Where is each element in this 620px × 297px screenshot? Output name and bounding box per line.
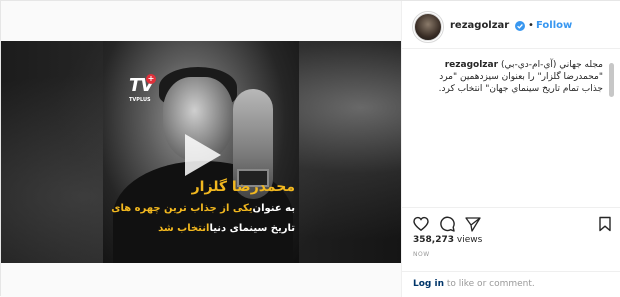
login-footer: Log in to like or comment. <box>402 271 620 297</box>
caption-scrollbar[interactable] <box>609 63 614 97</box>
overlay-line-2a: تاریخ سینمای دنیا <box>209 223 295 234</box>
login-text: to like or comment. <box>446 279 535 289</box>
overlay-line-1b: یکی از جذاب ترین چهره های <box>111 203 253 214</box>
action-bar <box>402 207 620 232</box>
caption-username[interactable]: rezagolzar <box>445 60 498 70</box>
username-link[interactable]: rezagolzar <box>450 20 509 31</box>
media-area: TV + TVPLUS محمدرضا گلزار به عنوان یکی ا… <box>1 1 401 297</box>
overlay-line-2b: انتخاب شد <box>158 223 210 234</box>
caption-line-2: "محمدرضا گلزار" را بعنوان سيزدهمين "مرد <box>439 72 603 82</box>
login-link[interactable]: Log in <box>413 279 444 289</box>
overlay-name: محمدرضا گلزار <box>191 179 295 195</box>
follow-button[interactable]: Follow <box>536 20 572 31</box>
caption-body: مجله جهاني (آي-ام-دي-بي) rezagolzar "محم… <box>413 59 603 95</box>
login-prompt: Log in to like or comment. <box>413 279 535 289</box>
share-icon[interactable] <box>465 216 481 232</box>
views-label: views <box>456 235 483 245</box>
play-icon[interactable] <box>177 132 223 178</box>
caption-line-3: جذاب تمام تاريخ سينماي جهان" انتخاب کرد. <box>438 84 603 94</box>
video-overlay-caption: محمدرضا گلزار به عنوان یکی از جذاب ترین … <box>105 179 295 236</box>
tvplus-logo: TV + TVPLUS <box>129 74 156 106</box>
post-header: rezagolzar • Follow <box>402 1 620 49</box>
post-sidebar: rezagolzar • Follow مجله جهاني (آي-ام-دي… <box>401 1 620 297</box>
caption-text-1: مجله جهاني (آي-ام-دي-بي) <box>500 60 603 70</box>
verified-badge-icon <box>515 21 525 31</box>
views-number: 358,273 <box>413 235 454 245</box>
overlay-line-1: به عنوان یکی از جذاب ترین چهره های <box>105 196 295 216</box>
overlay-line-1a: به عنوان <box>252 203 295 214</box>
separator-dot: • <box>528 20 534 31</box>
post-timestamp[interactable]: NOW <box>413 251 430 258</box>
logo-plus: + <box>146 74 156 84</box>
avatar-ring <box>412 11 444 43</box>
comment-icon[interactable] <box>439 216 455 232</box>
instagram-embed: TV + TVPLUS محمدرضا گلزار به عنوان یکی ا… <box>0 0 620 297</box>
logo-subtext: TVPLUS <box>129 97 151 103</box>
post-caption: مجله جهاني (آي-ام-دي-بي) rezagolzar "محم… <box>413 59 603 95</box>
caption-line-1: مجله جهاني (آي-ام-دي-بي) rezagolzar <box>413 59 603 71</box>
avatar[interactable] <box>412 11 444 43</box>
bookmark-icon[interactable] <box>597 216 613 232</box>
heart-icon[interactable] <box>413 216 429 232</box>
views-count: 358,273 views <box>413 235 482 245</box>
overlay-line-2: تاریخ سینمای دنیا انتخاب شد <box>105 216 295 236</box>
